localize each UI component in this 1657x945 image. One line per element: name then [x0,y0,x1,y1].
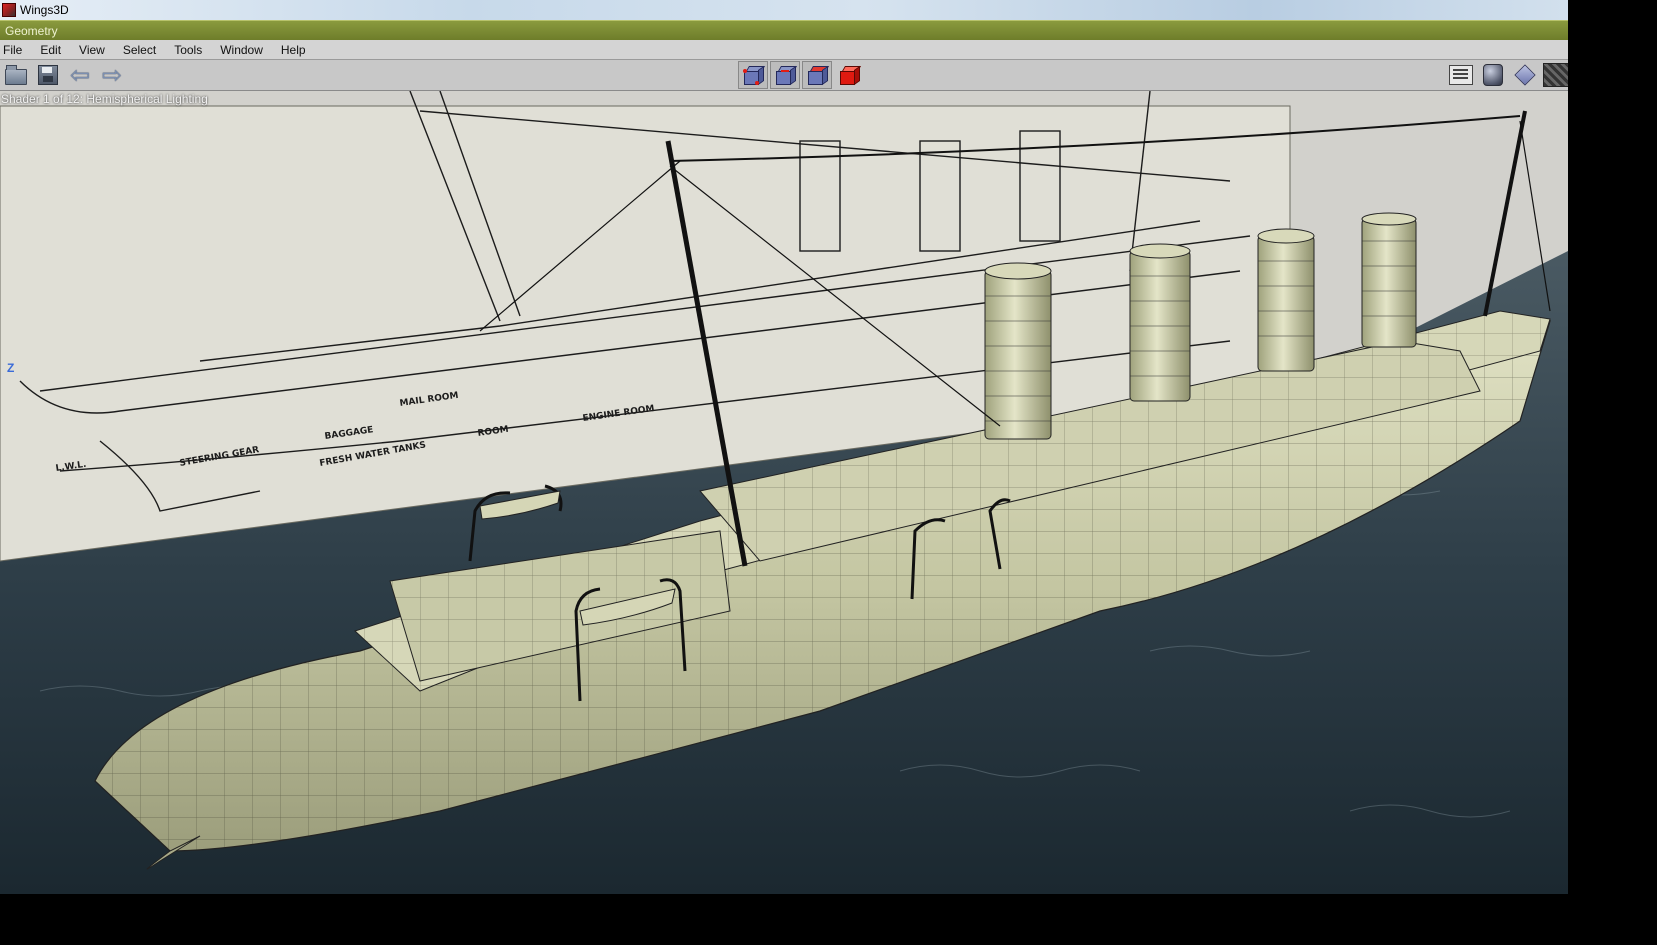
shader-info-label: Shader 1 of 12: Hemispherical Lighting [1,92,208,106]
window-title: Wings3D [20,3,69,17]
title-bar: Wings3D [0,0,1568,20]
scene-canvas: MAIL ROOM BAGGAGE ROOM ENGINE ROOM STEER… [0,91,1568,894]
z-axis-label: Z [7,361,15,375]
wings3d-app-icon [2,3,16,17]
toolbar: ⇦ ⇨ [0,60,1568,91]
edge-select-icon [776,65,798,86]
menu-bar: File Edit View Select Tools Window Help [0,40,1568,60]
save-disk-icon [38,65,58,85]
wings3d-window: Wings3D Geometry File Edit View Select T… [0,0,1568,894]
menu-file[interactable]: File [3,43,22,57]
funnel [1361,218,1417,348]
vertex-select-icon [743,65,766,86]
funnel [1257,235,1315,372]
open-folder-icon [5,65,27,85]
face-select-button[interactable] [802,61,832,89]
selection-mode-group [738,61,864,89]
3d-viewport[interactable]: MAIL ROOM BAGGAGE ROOM ENGINE ROOM STEER… [0,91,1568,894]
geometry-mode-label: Geometry [5,23,58,38]
menu-select[interactable]: Select [123,43,156,57]
outliner-button[interactable] [1448,62,1474,88]
wireframe-button[interactable] [1512,62,1538,88]
wireframe-icon [1514,64,1536,86]
menu-edit[interactable]: Edit [40,43,61,57]
edge-select-button[interactable] [770,61,800,89]
outliner-icon [1449,65,1473,85]
view-tools [1448,62,1568,88]
menu-view[interactable]: View [79,43,105,57]
body-select-button[interactable] [834,61,864,89]
redo-arrow-icon: ⇨ [101,61,123,89]
smooth-shading-button[interactable] [1480,62,1506,88]
body-select-icon [840,65,862,86]
save-file-button[interactable] [35,63,61,87]
redo-button[interactable]: ⇨ [99,63,125,87]
undo-arrow-icon: ⇦ [69,61,91,89]
geometry-mode-bar: Geometry [0,20,1568,41]
vertex-select-button[interactable] [738,61,768,89]
texture-icon [1543,63,1568,87]
open-file-button[interactable] [3,63,29,87]
menu-window[interactable]: Window [220,43,263,57]
menu-help[interactable]: Help [281,43,306,57]
face-select-icon [808,65,830,86]
smooth-shading-icon [1483,64,1503,86]
texture-button[interactable] [1543,62,1568,88]
menu-tools[interactable]: Tools [174,43,202,57]
undo-button[interactable]: ⇦ [67,63,93,87]
